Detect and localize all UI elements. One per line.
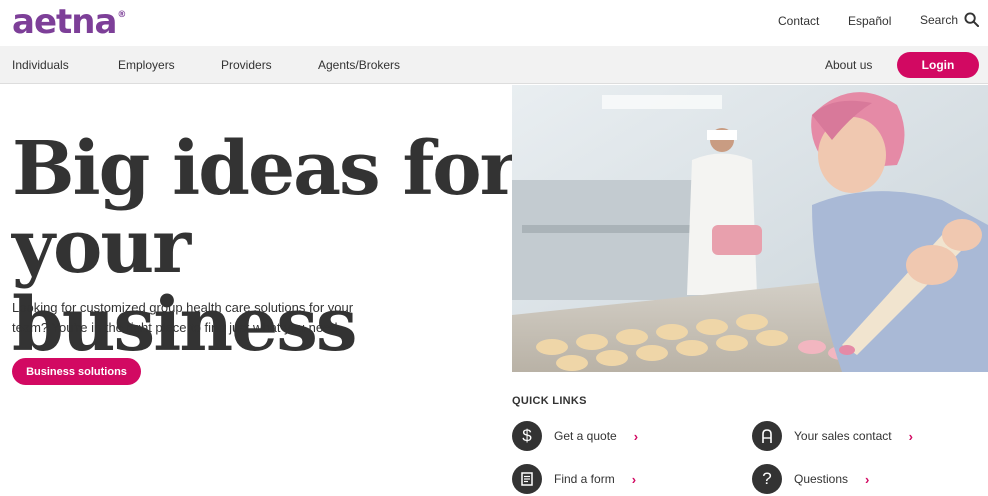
chevron-right-icon: › [908,428,913,444]
chevron-right-icon: › [865,471,870,487]
person-icon [752,421,782,451]
question-icon: ? [752,464,782,494]
main-nav: Individuals Employers Providers Agents/B… [0,46,988,84]
quick-link-label: Get a quote [554,429,617,443]
nav-about-us[interactable]: About us [825,58,872,72]
aetna-logo[interactable]: aetna® [12,2,126,42]
nav-employers[interactable]: Employers [118,58,175,72]
search-button[interactable]: Search [920,12,980,27]
nav-individuals[interactable]: Individuals [12,58,69,72]
quick-link-label: Questions [794,472,849,486]
chevron-right-icon: › [633,428,639,444]
chevron-right-icon: › [631,471,637,487]
document-icon [512,464,542,494]
hero-image [512,85,988,372]
business-solutions-button[interactable]: Business solutions [12,358,141,385]
hero-title-line-1: Big ideas for [12,126,519,212]
search-icon [964,12,980,27]
quick-link-find-a-form[interactable]: Find a form › [512,464,636,494]
quick-link-get-a-quote[interactable]: $ Get a quote › [512,421,638,451]
contact-link[interactable]: Contact [778,14,819,28]
nav-agents-brokers[interactable]: Agents/Brokers [318,58,400,72]
hero-title-line-2: your business [12,204,358,368]
quick-links-heading: QUICK LINKS [512,395,587,407]
quick-link-questions[interactable]: ? Questions › [752,464,869,494]
hero-subtitle: Looking for customized group health care… [12,300,354,335]
nav-providers[interactable]: Providers [221,58,272,72]
dollar-icon: $ [512,421,542,451]
search-label: Search [920,12,959,27]
quick-link-label: Find a form [554,472,615,486]
quick-link-sales-contact[interactable]: Your sales contact › [752,421,913,451]
login-button[interactable]: Login [897,52,979,78]
utility-bar: aetna® Contact Español Search [0,0,988,46]
quick-link-label: Your sales contact [794,429,892,443]
espanol-link[interactable]: Español [848,14,891,28]
